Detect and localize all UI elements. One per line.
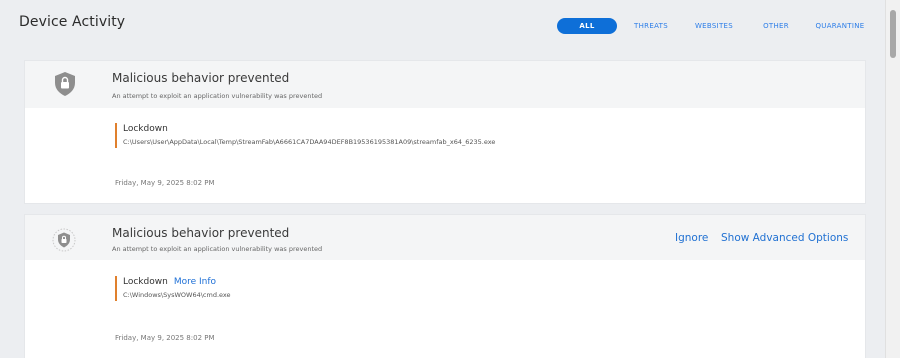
filter-quarantine[interactable]: QUARANTINE bbox=[812, 18, 868, 34]
card-header: Malicious behavior prevented An attempt … bbox=[25, 215, 865, 260]
event-title: Malicious behavior prevented bbox=[112, 226, 290, 240]
filter-threats[interactable]: THREATS bbox=[629, 18, 673, 34]
activity-card: Malicious behavior prevented An attempt … bbox=[25, 61, 865, 203]
header: Device Activity ALL THREATS WEBSITES OTH… bbox=[0, 0, 886, 50]
event-path: C:\Windows\SysWOW64\cmd.exe bbox=[123, 291, 231, 299]
event-title: Malicious behavior prevented bbox=[112, 71, 290, 85]
device-activity-page: Device Activity ALL THREATS WEBSITES OTH… bbox=[0, 0, 886, 358]
show-advanced-options-link[interactable]: Show Advanced Options bbox=[721, 232, 848, 244]
event-type: Lockdown bbox=[123, 277, 168, 287]
activity-card: Malicious behavior prevented An attempt … bbox=[25, 215, 865, 358]
event-detail: Lockdown More Info C:\Windows\SysWOW64\cm… bbox=[115, 276, 231, 301]
event-subtitle: An attempt to exploit an application vul… bbox=[112, 245, 323, 253]
shield-lock-icon bbox=[52, 228, 76, 256]
more-info-link[interactable]: More Info bbox=[174, 277, 216, 287]
event-subtitle: An attempt to exploit an application vul… bbox=[112, 92, 323, 100]
card-header: Malicious behavior prevented An attempt … bbox=[25, 61, 865, 108]
vertical-scrollbar[interactable] bbox=[885, 0, 900, 358]
filter-websites[interactable]: WEBSITES bbox=[690, 18, 738, 34]
event-type: Lockdown bbox=[123, 124, 168, 134]
event-timestamp: Friday, May 9, 2025 8:02 PM bbox=[115, 179, 215, 187]
event-type-row: Lockdown More Info bbox=[123, 276, 231, 289]
ignore-link[interactable]: Ignore bbox=[675, 232, 708, 244]
filter-all[interactable]: ALL bbox=[557, 18, 617, 34]
page-title: Device Activity bbox=[19, 14, 126, 30]
event-timestamp: Friday, May 9, 2025 8:02 PM bbox=[115, 334, 215, 342]
event-path: C:\Users\User\AppData\Local\Temp\StreamF… bbox=[123, 138, 496, 146]
shield-lock-icon bbox=[53, 71, 77, 101]
scrollbar-thumb[interactable] bbox=[890, 10, 896, 58]
event-detail: Lockdown C:\Users\User\AppData\Local\Tem… bbox=[115, 123, 495, 148]
filter-other[interactable]: OTHER bbox=[756, 18, 796, 34]
